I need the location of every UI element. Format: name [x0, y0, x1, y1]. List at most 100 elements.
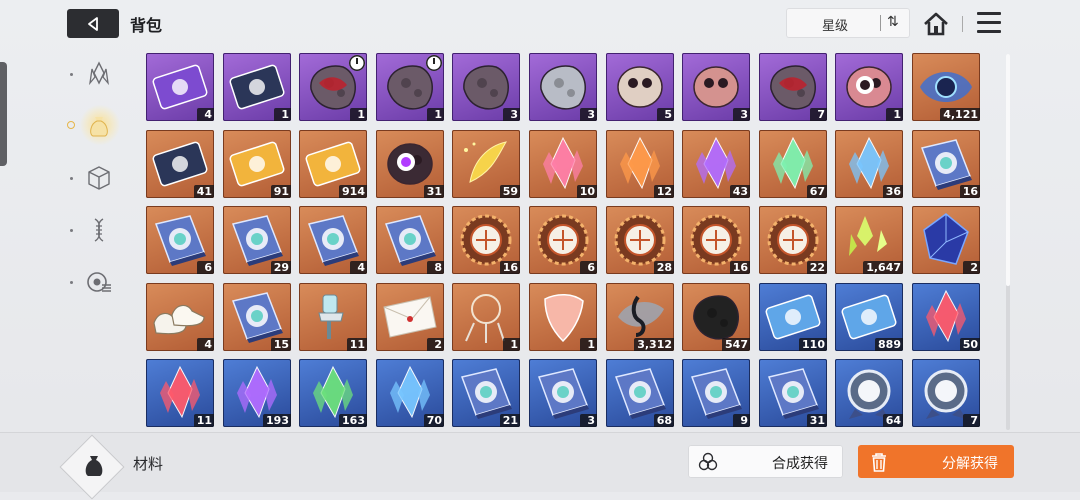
inventory-slot[interactable]: 9 — [682, 359, 750, 427]
item-count: 889 — [875, 338, 903, 351]
inventory-slot[interactable]: 2 — [376, 283, 444, 351]
item-count: 3 — [503, 108, 520, 121]
inventory-slot[interactable]: 110 — [759, 283, 827, 351]
inventory-slot[interactable]: 68 — [606, 359, 674, 427]
inventory-slot[interactable]: 6 — [529, 206, 597, 274]
inventory-slot[interactable]: 3 — [529, 359, 597, 427]
inventory-slot[interactable]: 21 — [452, 359, 520, 427]
inventory-slot[interactable]: 31 — [759, 359, 827, 427]
inventory-slot[interactable]: 12 — [606, 130, 674, 198]
page-title: 背包 — [130, 16, 163, 35]
item-count: 67 — [806, 185, 827, 198]
item-count: 6 — [197, 261, 214, 274]
item-count: 3 — [580, 414, 597, 427]
inventory-slot[interactable]: 3,312 — [606, 283, 674, 351]
inventory-slot[interactable]: 1 — [223, 53, 291, 121]
inventory-slot[interactable]: 59 — [452, 130, 520, 198]
inventory-slot[interactable]: 91 — [223, 130, 291, 198]
synthesis-icon — [698, 452, 718, 471]
sidebar-item-materials[interactable] — [66, 105, 126, 147]
item-count: 1 — [274, 108, 291, 121]
cube-icon — [88, 166, 110, 190]
decompose-source-button[interactable]: 分解获得 — [858, 445, 1014, 478]
inventory-slot[interactable]: 3 — [452, 53, 520, 121]
inventory-slot[interactable]: 1 — [452, 283, 520, 351]
inventory-slot[interactable]: 4,121 — [912, 53, 980, 121]
inventory-grid: 4 1 1 1 3 3 5 3 7 1 4,121 41 91 914 31 5… — [146, 53, 980, 431]
item-count: 4,121 — [940, 108, 980, 121]
inventory-slot[interactable]: 43 — [682, 130, 750, 198]
inventory-slot[interactable]: 1 — [376, 53, 444, 121]
item-count: 7 — [810, 108, 827, 121]
item-count: 547 — [722, 338, 750, 351]
item-count: 68 — [653, 414, 674, 427]
inventory-slot[interactable]: 10 — [529, 130, 597, 198]
inventory-slot[interactable]: 11 — [146, 359, 214, 427]
inventory-slot[interactable]: 1 — [299, 53, 367, 121]
sidebar-item-cube[interactable] — [66, 159, 126, 199]
inventory-slot[interactable]: 8 — [376, 206, 444, 274]
inventory-slot[interactable]: 41 — [146, 130, 214, 198]
home-icon[interactable] — [922, 10, 950, 38]
inventory-slot[interactable]: 16 — [452, 206, 520, 274]
inventory-slot[interactable]: 15 — [223, 283, 291, 351]
inventory-slot[interactable]: 5 — [606, 53, 674, 121]
sidebar-item-gene[interactable] — [66, 211, 126, 251]
inventory-slot[interactable]: 36 — [835, 130, 903, 198]
sort-order-icon[interactable]: ⇅ — [887, 14, 899, 30]
sidebar-item-crystal[interactable] — [66, 55, 126, 95]
inventory-slot[interactable]: 29 — [223, 206, 291, 274]
item-count: 31 — [806, 414, 827, 427]
item-count: 12 — [653, 185, 674, 198]
synthesize-source-button[interactable]: 合成获得 — [688, 445, 843, 478]
inventory-slot[interactable]: 11 — [299, 283, 367, 351]
pouch-icon — [90, 117, 108, 137]
item-count: 1 — [503, 338, 520, 351]
item-count: 16 — [729, 261, 750, 274]
inventory-slot[interactable]: 64 — [835, 359, 903, 427]
inventory-slot[interactable]: 70 — [376, 359, 444, 427]
inventory-slot[interactable]: 3 — [529, 53, 597, 121]
inventory-slot[interactable]: 16 — [912, 130, 980, 198]
inventory-slot[interactable]: 22 — [759, 206, 827, 274]
scrollbar-thumb[interactable] — [1006, 54, 1010, 286]
item-count: 16 — [959, 185, 980, 198]
inventory-slot[interactable]: 7 — [912, 359, 980, 427]
inventory-slot[interactable]: 1,647 — [835, 206, 903, 274]
item-count: 1 — [580, 338, 597, 351]
inventory-slot[interactable]: 889 — [835, 283, 903, 351]
sidebar-item-chip[interactable] — [66, 263, 126, 303]
inventory-slot[interactable]: 6 — [146, 206, 214, 274]
inventory-slot[interactable]: 4 — [146, 283, 214, 351]
edge-pull-tab[interactable] — [0, 62, 7, 166]
inventory-slot[interactable]: 7 — [759, 53, 827, 121]
inventory-slot[interactable]: 28 — [606, 206, 674, 274]
inventory-slot[interactable]: 4 — [299, 206, 367, 274]
back-button[interactable] — [67, 9, 119, 38]
trash-icon — [872, 453, 886, 472]
item-count: 1 — [350, 108, 367, 121]
inventory-slot[interactable]: 163 — [299, 359, 367, 427]
inventory-slot[interactable]: 193 — [223, 359, 291, 427]
inventory-slot[interactable]: 547 — [682, 283, 750, 351]
inventory-slot[interactable]: 67 — [759, 130, 827, 198]
inventory-slot[interactable]: 31 — [376, 130, 444, 198]
item-count: 50 — [959, 338, 980, 351]
inventory-slot[interactable]: 2 — [912, 206, 980, 274]
inventory-slot[interactable]: 3 — [682, 53, 750, 121]
inventory-slot[interactable]: 16 — [682, 206, 750, 274]
item-count: 3 — [733, 108, 750, 121]
inventory-slot[interactable]: 4 — [146, 53, 214, 121]
inventory-slot[interactable]: 1 — [835, 53, 903, 121]
pouch-icon — [85, 456, 103, 476]
inventory-slot[interactable]: 50 — [912, 283, 980, 351]
item-count: 110 — [799, 338, 827, 351]
item-count: 43 — [729, 185, 750, 198]
menu-icon[interactable] — [977, 12, 1001, 34]
inventory-slot[interactable]: 1 — [529, 283, 597, 351]
item-count: 193 — [263, 414, 291, 427]
item-count: 16 — [499, 261, 520, 274]
item-count: 70 — [423, 414, 444, 427]
inventory-slot[interactable]: 914 — [299, 130, 367, 198]
sort-dropdown[interactable]: 星级 ⇅ — [786, 8, 910, 38]
